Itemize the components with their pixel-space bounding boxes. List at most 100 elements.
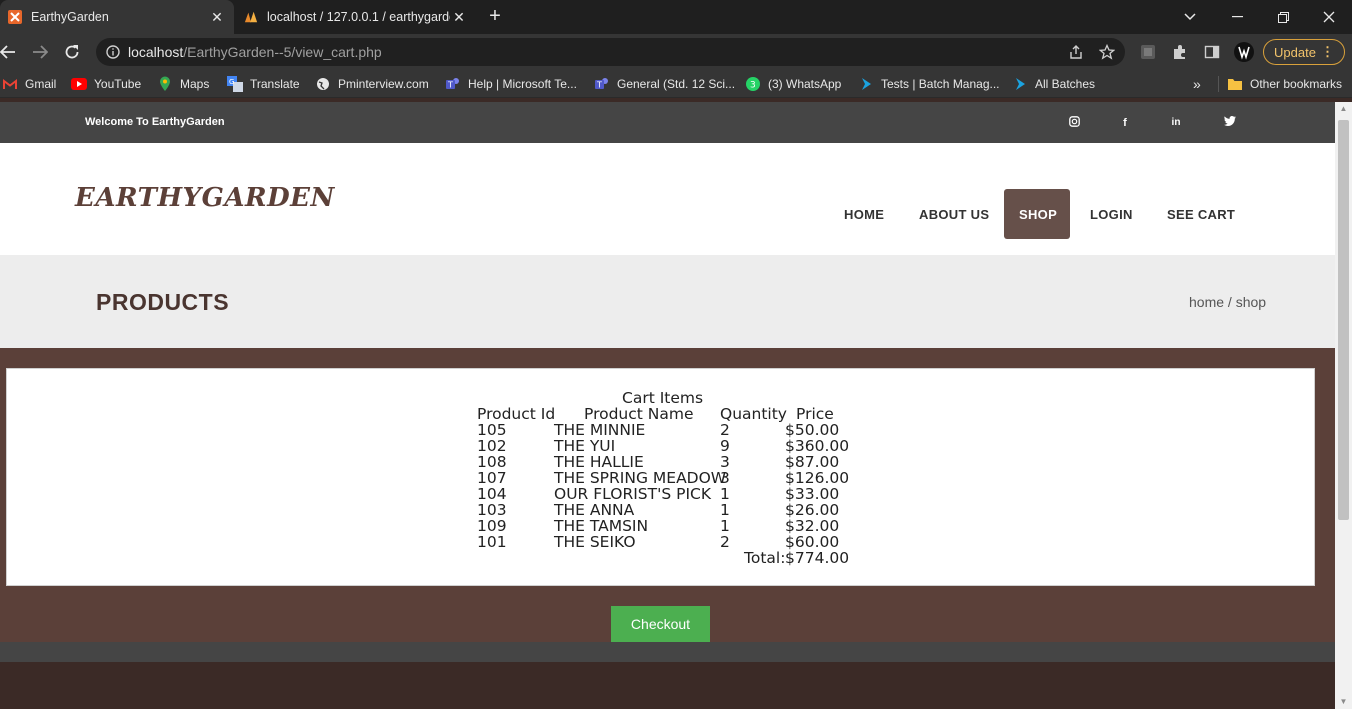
linkedin-icon[interactable]: in	[1169, 116, 1183, 130]
bookmark-translate[interactable]: G Translate	[227, 76, 300, 92]
back-arrow-icon[interactable]	[0, 40, 20, 64]
bookmark-label: Tests | Batch Manag...	[881, 77, 1000, 91]
restore-icon[interactable]	[1260, 0, 1306, 34]
folder-icon	[1227, 76, 1243, 92]
update-button[interactable]: Update ⋮	[1263, 39, 1345, 65]
nav-about-us[interactable]: ABOUT US	[904, 189, 1004, 239]
teams-icon: T	[445, 76, 461, 92]
page-banner: PRODUCTS home / shop	[0, 255, 1335, 348]
scroll-up-arrow-icon[interactable]: ▲	[1335, 102, 1352, 116]
forward-arrow-icon[interactable]	[28, 40, 52, 64]
extension-icon[interactable]	[1138, 42, 1158, 62]
bookmark-label: Help | Microsoft Te...	[468, 77, 577, 91]
scrollbar-thumb[interactable]	[1338, 120, 1349, 520]
page-title: PRODUCTS	[96, 289, 230, 315]
site-info-icon[interactable]	[106, 45, 120, 64]
bookmark-label: YouTube	[94, 77, 142, 91]
nav-see-cart[interactable]: SEE CART	[1152, 189, 1250, 239]
maps-icon	[157, 76, 173, 92]
instagram-icon[interactable]	[1067, 116, 1081, 130]
reload-icon[interactable]	[60, 40, 84, 64]
bookmark-all-batches[interactable]: All Batches	[1012, 76, 1095, 92]
bookmark-gmail[interactable]: Gmail	[2, 76, 56, 92]
xampp-icon	[8, 10, 22, 24]
tab-search-icon[interactable]	[1167, 0, 1213, 34]
cart-cell-quantity: 2	[720, 533, 730, 551]
cart-section: Cart Items Product Id Product Name Quantity…	[0, 348, 1335, 642]
other-bookmarks-label: Other bookmarks	[1250, 77, 1343, 91]
teams-icon: T	[594, 76, 610, 92]
close-window-icon[interactable]	[1306, 0, 1352, 34]
menu-dots-icon[interactable]: ⋮	[1321, 44, 1334, 60]
svg-text:G: G	[229, 78, 234, 86]
cart-column-header: Quantity	[720, 405, 787, 423]
bookmark-label: Pminterview.com	[338, 77, 429, 91]
tab-title: EarthyGarden	[31, 10, 109, 24]
bookmark-tests-batch[interactable]: Tests | Batch Manag...	[858, 76, 1000, 92]
gmail-icon	[2, 76, 18, 92]
translate-icon: G	[227, 76, 243, 92]
tab-phpmyadmin[interactable]: localhost / 127.0.0.1 / earthygarden ✕	[236, 0, 476, 34]
nav-shop[interactable]: SHOP	[1004, 189, 1070, 239]
cart-total-value: $774.00	[785, 549, 850, 567]
svg-text:3: 3	[750, 81, 756, 91]
other-bookmarks[interactable]: Other bookmarks	[1218, 76, 1342, 92]
site-footer	[0, 662, 1335, 709]
browser-toolbar: localhost/EarthyGarden--5/view_cart.php …	[0, 34, 1352, 70]
tab-earthygarden[interactable]: EarthyGarden ✕	[0, 0, 234, 34]
bookmark-label: Translate	[250, 77, 300, 91]
tab-close-icon[interactable]: ✕	[208, 8, 226, 26]
site-header: EARTHYGARDEN HOME ABOUT US SHOP LOGIN SE…	[0, 143, 1335, 255]
twitter-icon[interactable]	[1223, 116, 1237, 130]
cart-box: Cart Items Product Id Product Name Quantity…	[6, 368, 1315, 586]
svg-text:T: T	[447, 81, 453, 90]
web-page: Welcome To EarthyGarden f in EARTHYGARDE…	[0, 102, 1335, 709]
bookmark-label: Maps	[180, 77, 210, 91]
bookmark-label: (3) WhatsApp	[768, 77, 842, 91]
bookmark-label: Gmail	[25, 77, 57, 91]
footer-strip	[0, 642, 1335, 662]
scroll-down-arrow-icon[interactable]: ▼	[1335, 695, 1352, 709]
facebook-icon[interactable]: f	[1118, 116, 1132, 130]
profile-avatar-icon[interactable]	[1234, 42, 1254, 62]
welcome-text: Welcome To EarthyGarden	[85, 116, 225, 128]
bookmark-general-std12[interactable]: T General (Std. 12 Sci...	[594, 76, 735, 92]
whatsapp-icon: 3	[745, 76, 761, 92]
bookmark-label: All Batches	[1035, 77, 1096, 91]
bookmark-star-icon[interactable]	[1098, 43, 1116, 60]
checkout-button[interactable]: Checkout	[611, 606, 710, 642]
site-logo[interactable]: EARTHYGARDEN	[75, 183, 335, 213]
bookmark-maps[interactable]: Maps	[157, 76, 209, 92]
extensions-puzzle-icon[interactable]	[1170, 42, 1190, 62]
cart-cell-product-id: 101	[477, 533, 507, 551]
nav-login[interactable]: LOGIN	[1075, 189, 1148, 239]
cart-total-label: Total:	[744, 549, 786, 567]
nav-home[interactable]: HOME	[829, 189, 899, 239]
phpmyadmin-icon	[244, 10, 258, 24]
minimize-icon[interactable]	[1214, 0, 1260, 34]
more-bookmarks-chevron-icon[interactable]: »	[1193, 76, 1201, 92]
tab-close-icon[interactable]: ✕	[450, 8, 468, 26]
side-panel-icon[interactable]	[1202, 42, 1222, 62]
bookmark-microsoft-teams-help[interactable]: T Help | Microsoft Te...	[445, 76, 577, 92]
url-text[interactable]: localhost/EarthyGarden--5/view_cart.php	[128, 44, 382, 60]
youtube-icon	[71, 76, 87, 92]
url-path: /EarthyGarden--5/view_cart.php	[183, 44, 382, 60]
browser-tabstrip: EarthyGarden ✕ localhost / 127.0.0.1 / e…	[0, 0, 1352, 34]
page-scrollbar[interactable]: ▲ ▼	[1335, 102, 1352, 709]
address-bar[interactable]: localhost/EarthyGarden--5/view_cart.php	[96, 38, 1125, 66]
bookmark-whatsapp[interactable]: 3 (3) WhatsApp	[745, 76, 841, 92]
new-tab-icon[interactable]: +	[484, 6, 506, 28]
batch-icon	[858, 76, 874, 92]
share-icon[interactable]	[1068, 44, 1084, 60]
bookmark-label: General (Std. 12 Sci...	[617, 77, 736, 91]
site-topbar: Welcome To EarthyGarden f in	[0, 102, 1335, 143]
cart-cell-product-name: THE SEIKO	[554, 533, 636, 551]
bookmark-pminterview[interactable]: Pminterview.com	[315, 76, 429, 92]
globe-icon	[315, 76, 331, 92]
url-host: localhost	[128, 44, 184, 60]
bookmarks-bar: Gmail YouTube Maps G Translate Pmintervi…	[0, 70, 1352, 98]
tab-title: localhost / 127.0.0.1 / earthygarden	[267, 10, 450, 24]
bookmark-youtube[interactable]: YouTube	[71, 76, 141, 92]
breadcrumb[interactable]: home / shop	[1189, 294, 1266, 310]
